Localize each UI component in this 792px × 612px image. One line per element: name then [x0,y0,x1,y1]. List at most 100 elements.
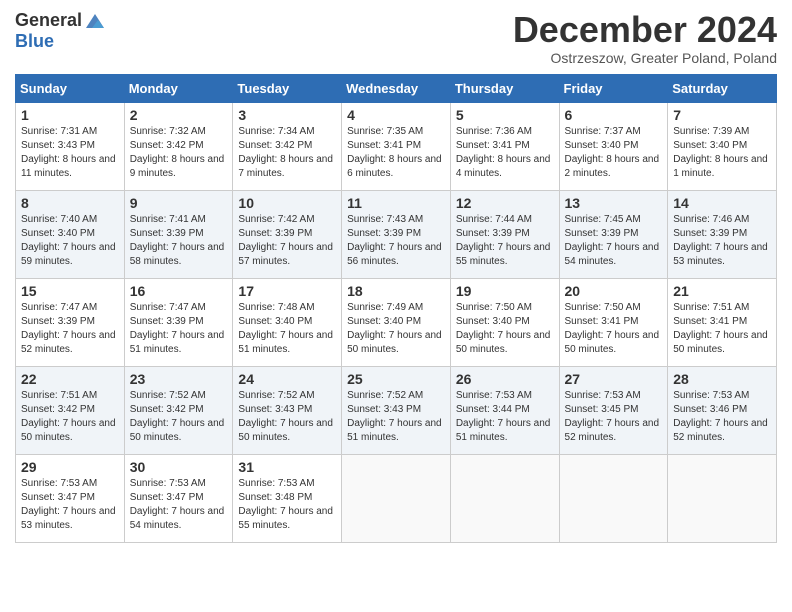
day-number: 9 [130,195,228,211]
cell-details: Sunrise: 7:39 AMSunset: 3:40 PMDaylight:… [673,125,771,181]
day-number: 25 [347,371,445,387]
day-number: 7 [673,107,771,123]
cell-details: Sunrise: 7:44 AMSunset: 3:39 PMDaylight:… [456,213,554,269]
cell-details: Sunrise: 7:53 AMSunset: 3:48 PMDaylight:… [238,477,336,533]
logo-icon [84,10,106,32]
logo: General Blue [15,10,106,52]
day-number: 11 [347,195,445,211]
cell-details: Sunrise: 7:51 AMSunset: 3:42 PMDaylight:… [21,389,119,445]
calendar-cell: 7 Sunrise: 7:39 AMSunset: 3:40 PMDaylight… [668,102,777,190]
cell-details: Sunrise: 7:36 AMSunset: 3:41 PMDaylight:… [456,125,554,181]
day-number: 26 [456,371,554,387]
calendar-cell: 30 Sunrise: 7:53 AMSunset: 3:47 PMDayligh… [124,454,233,542]
weekday-header: Sunday [16,74,125,102]
day-number: 30 [130,459,228,475]
calendar-cell: 4Sunrise: 7:35 AMSunset: 3:41 PMDaylight… [342,102,451,190]
day-number: 20 [565,283,663,299]
cell-details: Sunrise: 7:49 AMSunset: 3:40 PMDaylight:… [347,301,445,357]
calendar-cell: 20 Sunrise: 7:50 AMSunset: 3:41 PMDayligh… [559,278,668,366]
cell-details: Sunrise: 7:48 AMSunset: 3:40 PMDaylight:… [238,301,336,357]
cell-details: Sunrise: 7:50 AMSunset: 3:41 PMDaylight:… [565,301,663,357]
calendar-cell: 28Sunrise: 7:53 AMSunset: 3:46 PMDayligh… [668,366,777,454]
day-number: 27 [565,371,663,387]
weekday-header: Wednesday [342,74,451,102]
day-number: 13 [565,195,663,211]
day-number: 8 [21,195,119,211]
cell-details: Sunrise: 7:53 AMSunset: 3:44 PMDaylight:… [456,389,554,445]
calendar-cell: 12 Sunrise: 7:44 AMSunset: 3:39 PMDayligh… [450,190,559,278]
calendar-cell: 10 Sunrise: 7:42 AMSunset: 3:39 PMDayligh… [233,190,342,278]
cell-details: Sunrise: 7:31 AMSunset: 3:43 PMDaylight:… [21,125,119,181]
cell-details: Sunrise: 7:43 AMSunset: 3:39 PMDaylight:… [347,213,445,269]
calendar-cell: 9 Sunrise: 7:41 AMSunset: 3:39 PMDaylight… [124,190,233,278]
calendar-cell: 24 Sunrise: 7:52 AMSunset: 3:43 PMDayligh… [233,366,342,454]
calendar-cell: 16 Sunrise: 7:47 AMSunset: 3:39 PMDayligh… [124,278,233,366]
calendar-cell: 2 Sunrise: 7:32 AMSunset: 3:42 PMDaylight… [124,102,233,190]
cell-details: Sunrise: 7:47 AMSunset: 3:39 PMDaylight:… [21,301,119,357]
day-number: 5 [456,107,554,123]
cell-details: Sunrise: 7:35 AMSunset: 3:41 PMDaylight:… [347,125,445,181]
cell-details: Sunrise: 7:50 AMSunset: 3:40 PMDaylight:… [456,301,554,357]
logo-blue: Blue [15,31,54,51]
cell-details: Sunrise: 7:53 AMSunset: 3:47 PMDaylight:… [130,477,228,533]
cell-details: Sunrise: 7:52 AMSunset: 3:43 PMDaylight:… [347,389,445,445]
cell-details: Sunrise: 7:52 AMSunset: 3:43 PMDaylight:… [238,389,336,445]
day-number: 29 [21,459,119,475]
cell-details: Sunrise: 7:46 AMSunset: 3:39 PMDaylight:… [673,213,771,269]
calendar-cell: 31 Sunrise: 7:53 AMSunset: 3:48 PMDayligh… [233,454,342,542]
calendar-cell: 17 Sunrise: 7:48 AMSunset: 3:40 PMDayligh… [233,278,342,366]
calendar-week-row: 1 Sunrise: 7:31 AMSunset: 3:43 PMDaylight… [16,102,777,190]
cell-details: Sunrise: 7:32 AMSunset: 3:42 PMDaylight:… [130,125,228,181]
calendar-cell: 6Sunrise: 7:37 AMSunset: 3:40 PMDaylight… [559,102,668,190]
day-number: 18 [347,283,445,299]
logo-general: General [15,11,82,31]
cell-details: Sunrise: 7:52 AMSunset: 3:42 PMDaylight:… [130,389,228,445]
calendar-cell: 21 Sunrise: 7:51 AMSunset: 3:41 PMDayligh… [668,278,777,366]
calendar-cell: 27Sunrise: 7:53 AMSunset: 3:45 PMDayligh… [559,366,668,454]
day-number: 19 [456,283,554,299]
calendar-week-row: 15Sunrise: 7:47 AMSunset: 3:39 PMDayligh… [16,278,777,366]
cell-details: Sunrise: 7:45 AMSunset: 3:39 PMDaylight:… [565,213,663,269]
day-number: 22 [21,371,119,387]
calendar-cell: 18 Sunrise: 7:49 AMSunset: 3:40 PMDayligh… [342,278,451,366]
weekday-header: Friday [559,74,668,102]
calendar-cell: 25 Sunrise: 7:52 AMSunset: 3:43 PMDayligh… [342,366,451,454]
calendar-cell: 14Sunrise: 7:46 AMSunset: 3:39 PMDayligh… [668,190,777,278]
calendar-cell [559,454,668,542]
location-subtitle: Ostrzeszow, Greater Poland, Poland [513,50,777,66]
calendar-cell: 15Sunrise: 7:47 AMSunset: 3:39 PMDayligh… [16,278,125,366]
calendar-cell [342,454,451,542]
cell-details: Sunrise: 7:41 AMSunset: 3:39 PMDaylight:… [130,213,228,269]
calendar-cell: 3Sunrise: 7:34 AMSunset: 3:42 PMDaylight… [233,102,342,190]
header-row: SundayMondayTuesdayWednesdayThursdayFrid… [16,74,777,102]
cell-details: Sunrise: 7:42 AMSunset: 3:39 PMDaylight:… [238,213,336,269]
calendar-cell [668,454,777,542]
day-number: 1 [21,107,119,123]
weekday-header: Saturday [668,74,777,102]
day-number: 24 [238,371,336,387]
day-number: 28 [673,371,771,387]
day-number: 2 [130,107,228,123]
weekday-header: Monday [124,74,233,102]
calendar-cell: 1 Sunrise: 7:31 AMSunset: 3:43 PMDaylight… [16,102,125,190]
cell-details: Sunrise: 7:37 AMSunset: 3:40 PMDaylight:… [565,125,663,181]
calendar-cell: 23Sunrise: 7:52 AMSunset: 3:42 PMDayligh… [124,366,233,454]
day-number: 17 [238,283,336,299]
title-block: December 2024 Ostrzeszow, Greater Poland… [513,10,777,66]
calendar-table: SundayMondayTuesdayWednesdayThursdayFrid… [15,74,777,543]
cell-details: Sunrise: 7:51 AMSunset: 3:41 PMDaylight:… [673,301,771,357]
calendar-week-row: 29 Sunrise: 7:53 AMSunset: 3:47 PMDayligh… [16,454,777,542]
cell-details: Sunrise: 7:47 AMSunset: 3:39 PMDaylight:… [130,301,228,357]
calendar-cell: 29 Sunrise: 7:53 AMSunset: 3:47 PMDayligh… [16,454,125,542]
day-number: 16 [130,283,228,299]
day-number: 21 [673,283,771,299]
calendar-cell: 26 Sunrise: 7:53 AMSunset: 3:44 PMDayligh… [450,366,559,454]
day-number: 10 [238,195,336,211]
cell-details: Sunrise: 7:34 AMSunset: 3:42 PMDaylight:… [238,125,336,181]
cell-details: Sunrise: 7:53 AMSunset: 3:47 PMDaylight:… [21,477,119,533]
day-number: 12 [456,195,554,211]
day-number: 31 [238,459,336,475]
calendar-cell: 5 Sunrise: 7:36 AMSunset: 3:41 PMDaylight… [450,102,559,190]
weekday-header: Thursday [450,74,559,102]
calendar-cell: 11 Sunrise: 7:43 AMSunset: 3:39 PMDayligh… [342,190,451,278]
